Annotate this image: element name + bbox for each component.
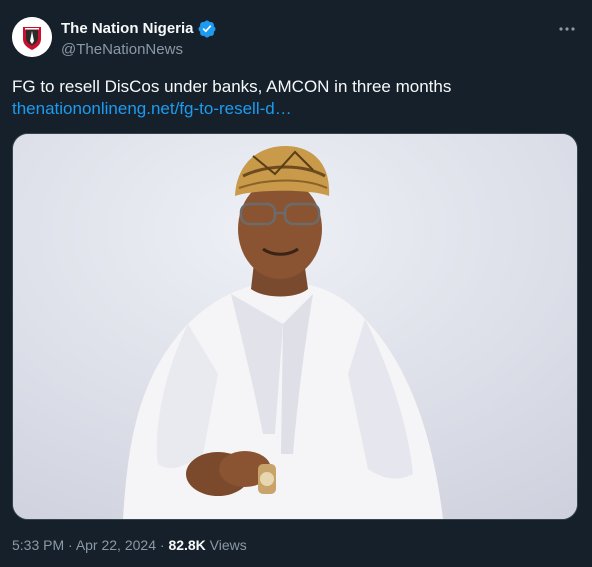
views-label: Views [205, 537, 247, 553]
tweet-card: The Nation Nigeria @TheNationNews FG to … [0, 0, 592, 567]
display-name[interactable]: The Nation Nigeria [61, 20, 194, 37]
meta-separator: · [155, 537, 169, 553]
views-count[interactable]: 82.8K [168, 537, 205, 553]
tweet-link[interactable]: thenationonlineng.net/fg-to-resell-d… [12, 98, 580, 120]
tweet-time[interactable]: 5:33 PM [12, 537, 64, 553]
tweet-body: FG to resell DisCos under banks, AMCON i… [12, 77, 452, 96]
name-row: The Nation Nigeria [61, 19, 216, 38]
verified-badge-icon [198, 19, 216, 38]
tweet-date[interactable]: Apr 22, 2024 [76, 537, 156, 553]
meta-separator: · [64, 537, 76, 553]
the-nation-logo-icon [12, 17, 52, 57]
photo-portrait-image [13, 134, 577, 519]
author-block: The Nation Nigeria @TheNationNews [61, 19, 216, 60]
tweet-meta: 5:33 PM · Apr 22, 2024 · 82.8K Views [12, 537, 247, 553]
avatar[interactable] [12, 17, 52, 57]
handle[interactable]: @TheNationNews [61, 41, 216, 60]
more-options-icon[interactable] [558, 20, 576, 38]
tweet-text: FG to resell DisCos under banks, AMCON i… [12, 76, 580, 120]
tweet-photo[interactable] [12, 133, 578, 520]
